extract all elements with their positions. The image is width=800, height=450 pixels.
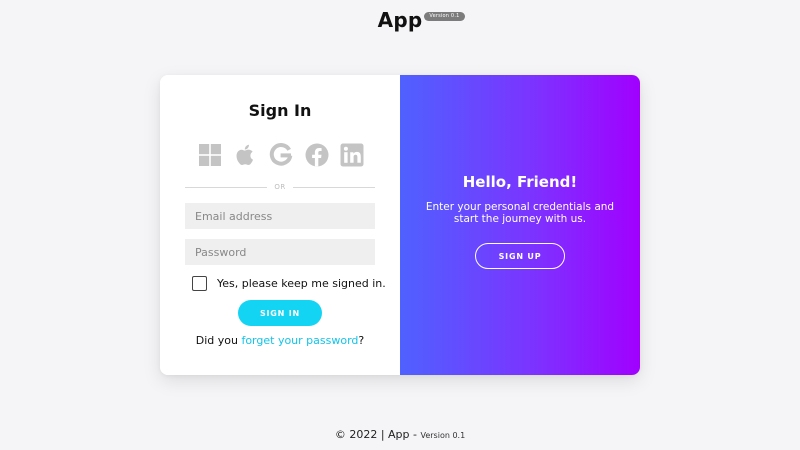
linkedin-icon[interactable] <box>340 143 364 167</box>
sign-up-panel: Hello, Friend! Enter your personal crede… <box>400 75 640 375</box>
social-login-row <box>198 143 364 167</box>
google-icon[interactable] <box>269 143 293 167</box>
forgot-suffix: ? <box>358 334 365 347</box>
footer-version: Version 0.1 <box>420 431 466 440</box>
facebook-icon[interactable] <box>305 143 329 167</box>
footer-copyright: © 2022 | App - <box>334 428 421 441</box>
welcome-title: Hello, Friend! <box>462 173 578 191</box>
sign-up-button[interactable]: SIGN UP <box>475 243 565 269</box>
footer: © 2022 | App - Version 0.1 <box>0 428 800 441</box>
auth-card: Sign In OR Ye <box>160 75 640 375</box>
remember-me-checkbox[interactable] <box>192 275 207 291</box>
forgot-password-text: Did you forget your password? <box>160 334 400 347</box>
sign-in-panel: Sign In OR Ye <box>160 75 400 375</box>
divider-or-text: OR <box>274 183 286 191</box>
app-name: App <box>377 8 423 32</box>
app-header: App Version 0.1 <box>0 8 800 34</box>
email-field[interactable] <box>185 203 375 229</box>
sign-in-button[interactable]: SIGN IN <box>238 300 322 326</box>
remember-me-row: Yes, please keep me signed in. <box>192 274 386 292</box>
divider-line-right <box>292 186 375 188</box>
app-logo: App Version 0.1 <box>377 8 465 32</box>
divider-line-left <box>185 186 268 188</box>
password-field[interactable] <box>185 239 375 265</box>
forgot-prefix: Did you <box>195 334 242 347</box>
version-badge: Version 0.1 <box>424 12 465 21</box>
remember-me-label: Yes, please keep me signed in. <box>217 276 386 290</box>
windows-icon[interactable] <box>198 143 222 167</box>
forgot-password-link[interactable]: forget your password <box>241 334 358 347</box>
welcome-text: Enter your personal credentials and star… <box>425 201 615 225</box>
sign-in-title: Sign In <box>248 101 312 120</box>
apple-icon[interactable] <box>234 143 258 167</box>
or-divider: OR <box>185 181 375 193</box>
